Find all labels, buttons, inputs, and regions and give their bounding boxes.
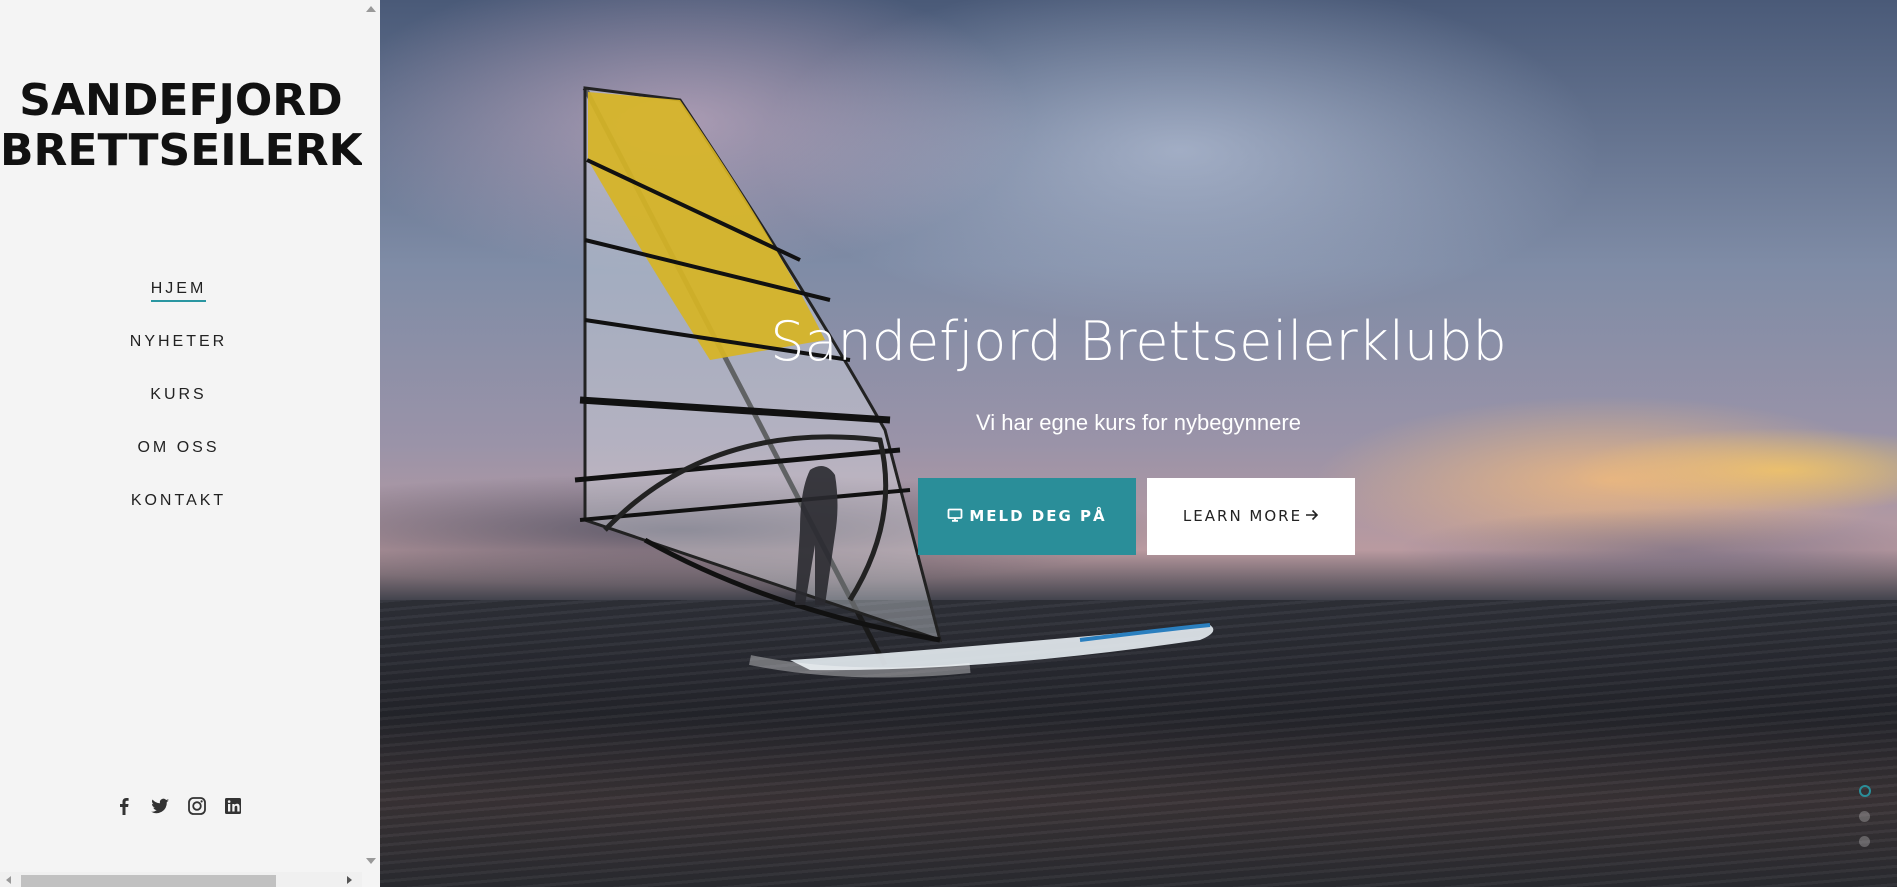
scrollbar-thumb[interactable] — [21, 875, 276, 887]
learn-more-button[interactable]: LEARN MORE — [1147, 478, 1355, 555]
nav-item-nyheter[interactable]: NYHETER — [130, 323, 227, 354]
learn-more-label: LEARN MORE — [1182, 507, 1303, 525]
twitter-icon[interactable] — [149, 795, 171, 817]
arrow-right-icon — [1306, 509, 1319, 521]
scroll-down-arrow-icon[interactable] — [366, 858, 376, 864]
meld-deg-pa-label: MELD DEG PÅ — [969, 507, 1107, 525]
instagram-icon[interactable] — [186, 795, 208, 817]
nav-item-kontakt[interactable]: KONTAKT — [131, 482, 226, 513]
main-nav: HJEM NYHETER KURS OM OSS KONTAKT — [0, 270, 357, 535]
social-links — [0, 795, 357, 817]
scroll-right-arrow-icon[interactable] — [347, 876, 352, 884]
sidebar-horizontal-scrollbar[interactable] — [0, 872, 362, 887]
monitor-icon — [947, 508, 963, 522]
windsurfer-sail-image — [574, 86, 1214, 678]
slide-dot-1[interactable] — [1859, 785, 1871, 797]
sidebar-vertical-scrollbar[interactable] — [362, 0, 380, 870]
logo-line-1: SANDEFJORD — [19, 75, 343, 126]
scroll-up-arrow-icon[interactable] — [366, 6, 376, 12]
meld-deg-pa-button[interactable]: MELD DEG PÅ — [918, 478, 1136, 555]
linkedin-icon[interactable] — [222, 795, 244, 817]
site-logo[interactable]: SANDEFJORD BRETTSEILERKLUBB — [0, 75, 380, 176]
sidebar: SANDEFJORD BRETTSEILERKLUBB HJEM NYHETER… — [0, 0, 380, 887]
slide-dot-3[interactable] — [1859, 836, 1870, 847]
nav-item-kurs[interactable]: KURS — [150, 376, 206, 407]
scroll-left-arrow-icon[interactable] — [6, 876, 11, 884]
slide-dot-2[interactable] — [1859, 811, 1870, 822]
nav-item-om-oss[interactable]: OM OSS — [137, 429, 219, 460]
hero-title: Sandefjord Brettseilerklubb — [770, 310, 1507, 373]
slider-pagination — [1859, 785, 1871, 861]
logo-line-2: BRETTSEILERKLUBB — [0, 125, 380, 176]
facebook-icon[interactable] — [113, 795, 135, 817]
hero-subtitle: Vi har egne kurs for nybegynnere — [976, 410, 1301, 435]
nav-item-hjem[interactable]: HJEM — [150, 270, 207, 302]
hero-slider: Sandefjord Brettseilerklubb Vi har egne … — [380, 0, 1897, 887]
